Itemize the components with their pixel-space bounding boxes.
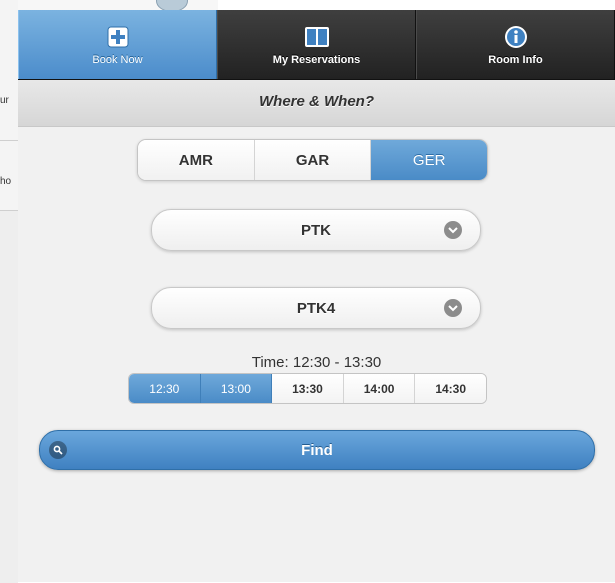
tab-room-info[interactable]: Room Info [416, 10, 615, 79]
find-button[interactable]: Find [39, 430, 595, 470]
region-selector: AMR GAR GER [137, 139, 488, 181]
tab-book-now[interactable]: Book Now [18, 10, 217, 79]
time-slot-selector: 12:30 13:00 13:30 14:00 14:30 [128, 373, 487, 404]
room-select[interactable]: PTK4 [151, 287, 481, 329]
search-icon [49, 441, 67, 459]
building-select-value: PTK [301, 221, 331, 239]
info-icon [503, 24, 529, 50]
chevron-down-icon [444, 299, 462, 317]
time-slot-1230[interactable]: 12:30 [129, 374, 201, 403]
background-text-fragment: ur [0, 95, 9, 106]
room-select-value: PTK4 [296, 299, 336, 317]
building-select[interactable]: PTK [151, 209, 481, 251]
background-text-fragment: ho [0, 176, 12, 187]
tab-label: My Reservations [272, 53, 361, 66]
book-icon [304, 24, 330, 50]
time-range-label: Time: 12:30 - 13:30 [251, 354, 382, 371]
background-top-strip [18, 0, 218, 10]
find-button-label: Find [301, 441, 333, 459]
background-panel [0, 210, 18, 583]
background-divider [0, 140, 18, 141]
time-slot-1400[interactable]: 14:00 [343, 374, 416, 403]
tab-my-reservations[interactable]: My Reservations [217, 10, 416, 79]
region-option-gar[interactable]: GAR [254, 140, 372, 180]
tab-label: Room Info [488, 53, 543, 66]
navbar: Book Now My Reservations Room Info [18, 10, 615, 80]
plus-icon [105, 24, 131, 50]
page-title: Where & When? [18, 80, 615, 127]
time-slot-1330[interactable]: 13:30 [272, 374, 344, 403]
tab-label: Book Now [92, 53, 143, 66]
booking-app: Book Now My Reservations Room Info Where… [18, 10, 615, 582]
region-option-ger[interactable]: GER [371, 140, 487, 180]
chevron-down-icon [444, 221, 462, 239]
time-slot-1300[interactable]: 13:00 [200, 374, 273, 403]
region-option-amr[interactable]: AMR [138, 140, 255, 180]
time-slot-1430[interactable]: 14:30 [415, 374, 486, 403]
